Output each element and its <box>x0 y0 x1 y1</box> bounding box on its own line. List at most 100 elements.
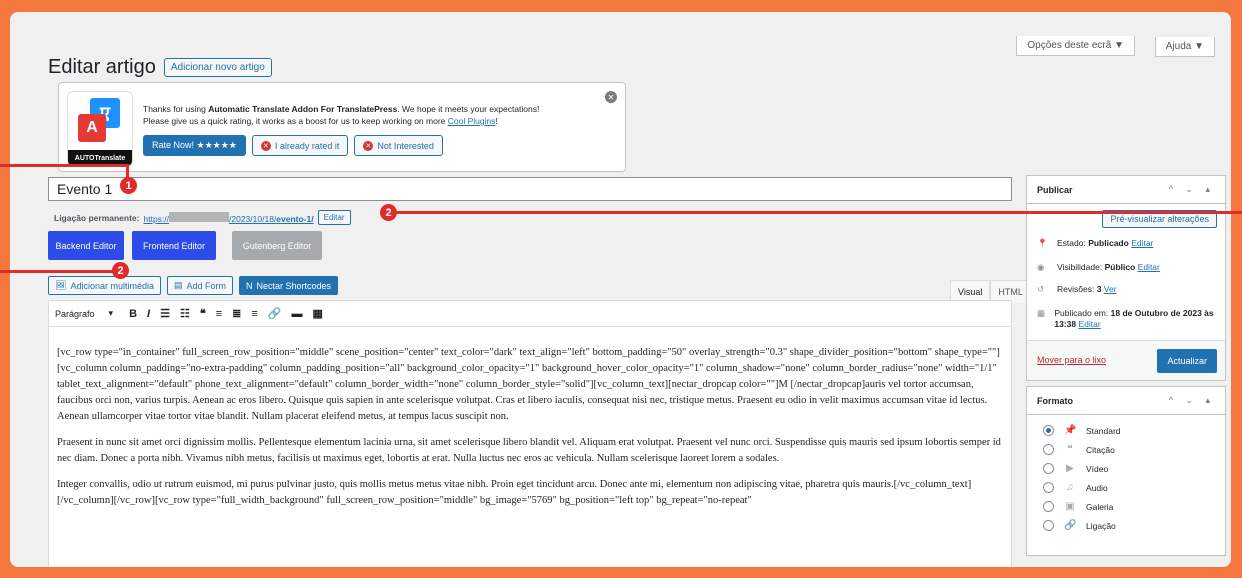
add-media-button[interactable]: 🖼 Adicionar multimédia <box>48 276 161 295</box>
publish-actions: Mover para o lixo Actualizar <box>1027 340 1225 380</box>
permalink-start: https:// <box>143 213 170 224</box>
blockquote-icon[interactable]: ❝ <box>200 307 206 320</box>
align-left-icon[interactable]: ≡ <box>216 308 222 320</box>
read-more-icon[interactable]: ▬ <box>292 308 303 320</box>
notice-line2: Please give us a quick rating, it works … <box>143 116 448 126</box>
permalink-label: Ligação permanente: <box>54 212 140 223</box>
format-select-value: Parágrafo <box>55 308 95 319</box>
screen-options-button[interactable]: Opções deste ecrã ▼ <box>1016 36 1135 56</box>
editor-content[interactable]: [vc_row type="in_container" full_screen_… <box>49 327 1011 509</box>
notice-text-prefix: Thanks for using <box>143 104 209 114</box>
callout-badge: 1 <box>120 177 137 194</box>
italic-icon[interactable]: I <box>147 308 150 320</box>
autotranslate-logo: ए A AUTOTranslate <box>67 91 133 167</box>
update-button[interactable]: Actualizar <box>1157 349 1217 373</box>
revisions-value: 3 <box>1096 284 1102 294</box>
title-row: Editar artigo Adicionar novo artigo <box>48 56 272 79</box>
redacted-domain <box>169 211 230 222</box>
align-right-icon[interactable]: ≡ <box>251 308 257 320</box>
revisions-label: Revisões: <box>1057 284 1097 294</box>
wp-admin-frame: Opções deste ecrã ▼ Ajuda ▼ Editar artig… <box>10 12 1231 567</box>
edit-permalink-button[interactable]: Editar <box>317 210 351 225</box>
format-option-audio[interactable]: ♫ Audio <box>1027 478 1225 497</box>
format-label: Audio <box>1086 482 1108 493</box>
format-box-header: Formato ^ ⌄ ▴ <box>1027 387 1225 415</box>
edit-date-link[interactable]: Editar <box>1079 319 1101 329</box>
chevron-down-icon: ▾ <box>108 308 114 318</box>
gutenberg-editor-button[interactable]: Gutenberg Editor <box>232 231 322 260</box>
visibility-label: Visibilidade: <box>1057 262 1105 272</box>
radio[interactable] <box>1043 463 1054 474</box>
publish-box: Publicar ^ ⌄ ▴ Pré-visualizar alterações… <box>1026 175 1226 381</box>
format-option-video[interactable]: ▶ Vídeo <box>1027 459 1225 478</box>
nectar-shortcodes-button[interactable]: N Nectar Shortcodes <box>239 276 339 295</box>
not-interested-button[interactable]: ✕ Not Interested <box>354 135 443 156</box>
box-arrows-icon[interactable]: ^ ⌄ ▴ <box>1169 184 1215 195</box>
add-new-post-button[interactable]: Adicionar novo artigo <box>163 58 272 77</box>
add-media-label: Adicionar multimédia <box>70 280 154 291</box>
publish-box-title: Publicar <box>1037 184 1073 195</box>
toolbar-toggle-icon[interactable]: ▦ <box>313 307 323 320</box>
radio[interactable] <box>1043 520 1054 531</box>
rate-now-button[interactable]: Rate Now! ★★★★★ <box>143 135 246 156</box>
post-title-input[interactable] <box>48 177 1012 201</box>
already-rated-label: I already rated it <box>274 140 340 151</box>
format-option-link[interactable]: 🔗 Ligação <box>1027 516 1225 535</box>
view-revisions-link[interactable]: Ver <box>1104 284 1117 294</box>
cool-plugins-link[interactable]: Cool Plugins <box>448 116 496 126</box>
link-icon: 🔗 <box>1064 520 1077 531</box>
bold-icon[interactable]: B <box>129 308 137 320</box>
callout-badge: 2 <box>112 262 129 279</box>
link-icon[interactable]: 🔗 <box>268 307 282 320</box>
callout-line <box>0 164 128 167</box>
backend-editor-button[interactable]: Backend Editor <box>48 231 124 260</box>
edit-status-link[interactable]: Editar <box>1131 238 1153 248</box>
permalink-row: Ligação permanente: https:// /2023/10/18/… <box>54 210 351 225</box>
format-option-gallery[interactable]: ▣ Galeria <box>1027 497 1225 516</box>
content-paragraph: Integer convallis, odio ut rutrum euismo… <box>57 479 972 506</box>
callout-badge: 2 <box>380 204 397 221</box>
status-value: Publicado <box>1088 238 1129 248</box>
logo-red-square: A <box>78 114 106 142</box>
move-to-trash-link[interactable]: Mover para o lixo <box>1037 355 1106 365</box>
pin-icon: 📍 <box>1037 238 1048 248</box>
format-label: Galeria <box>1086 501 1114 512</box>
notice-plugin-name: Automatic Translate Addon For TranslateP… <box>208 104 398 114</box>
media-icon: 🖼 <box>55 280 67 290</box>
align-center-icon[interactable]: ≣ <box>232 307 241 320</box>
nectar-icon: N <box>246 280 253 291</box>
radio[interactable] <box>1043 444 1054 455</box>
already-rated-button[interactable]: ✕ I already rated it <box>251 135 349 156</box>
notice-line2-end: ! <box>495 116 498 126</box>
format-select[interactable]: Parágrafo ▾ <box>55 308 119 319</box>
status-label: Estado: <box>1057 238 1089 248</box>
add-form-label: Add Form <box>186 280 227 291</box>
permalink-link[interactable]: https:// /2023/10/18/evento-1/ <box>143 211 314 224</box>
nectar-label: Nectar Shortcodes <box>256 280 332 291</box>
plugin-notice: ए A AUTOTranslate Thanks for using Autom… <box>58 82 626 172</box>
published-label: Publicado em: <box>1054 308 1111 318</box>
frontend-editor-button[interactable]: Frontend Editor <box>132 231 216 260</box>
x-circle-icon: ✕ <box>260 140 271 151</box>
radio[interactable] <box>1043 501 1054 512</box>
numbered-list-icon[interactable]: ☷ <box>180 307 190 320</box>
close-icon[interactable]: ✕ <box>605 91 617 103</box>
form-icon: ▤ <box>173 280 183 290</box>
pin-icon: 📌 <box>1064 425 1077 436</box>
box-arrows-icon[interactable]: ^ ⌄ ▴ <box>1169 395 1215 406</box>
callout-line <box>0 270 120 273</box>
radio-selected[interactable] <box>1043 425 1054 436</box>
published-row: ▦ Publicado em: 18 de Outubro de 2023 às… <box>1037 308 1217 330</box>
bullet-list-icon[interactable]: ☰ <box>160 307 170 320</box>
radio[interactable] <box>1043 482 1054 493</box>
format-option-standard[interactable]: 📌 Standard <box>1027 421 1225 440</box>
status-row: 📍 Estado: Publicado Editar <box>1037 238 1153 249</box>
screen-options-area: Opções deste ecrã ▼ <box>1016 36 1135 56</box>
help-button[interactable]: Ajuda ▼ <box>1154 37 1215 57</box>
format-option-quote[interactable]: ❝ Citação <box>1027 440 1225 459</box>
edit-visibility-link[interactable]: Editar <box>1138 262 1160 272</box>
add-form-button[interactable]: ▤ Add Form <box>166 276 234 295</box>
notice-text-suffix: . We hope it meets your expectations! <box>397 104 540 114</box>
permalink-path: /2023/10/18/ <box>229 213 277 224</box>
help-area: Ajuda ▼ <box>1154 36 1215 57</box>
